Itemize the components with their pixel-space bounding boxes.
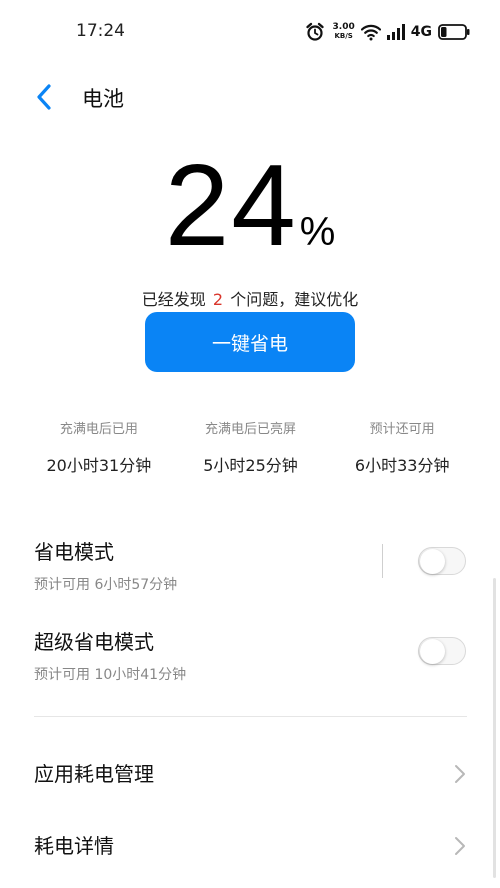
battery-screen: 17:24 3.00 KB/S 4G 电池 24% 已经发现 2 个问题，建议优… xyxy=(0,0,500,888)
toggle-knob xyxy=(420,549,445,574)
stat-value: 20小时31分钟 xyxy=(46,456,152,475)
vertical-divider xyxy=(382,544,383,578)
wifi-icon xyxy=(360,24,381,41)
stat-label: 预计还可用 xyxy=(369,422,435,437)
stat-used-since-charge: 充满电后已用 20小时31分钟 xyxy=(23,418,175,476)
usage-stats: 充满电后已用 20小时31分钟 充满电后已亮屏 5小时25分钟 预计还可用 6小… xyxy=(0,418,500,476)
super-power-saving-mode-estimate: 预计可用 10小时41分钟 xyxy=(34,667,187,683)
super-power-saving-mode-toggle[interactable] xyxy=(418,637,466,665)
power-saving-mode-toggle[interactable] xyxy=(418,547,466,575)
stat-value: 5小时25分钟 xyxy=(203,456,298,475)
battery-icon xyxy=(438,24,470,40)
page-title: 电池 xyxy=(82,87,124,111)
issue-prefix: 已经发现 xyxy=(141,290,206,309)
network-speed-value: 3.00 xyxy=(332,22,355,32)
status-icons: 3.00 KB/S 4G xyxy=(305,20,470,44)
chevron-left-icon xyxy=(37,84,51,110)
stat-screen-on-since-charge: 充满电后已亮屏 5小时25分钟 xyxy=(175,418,327,476)
super-power-saving-mode-title: 超级省电模式 xyxy=(34,630,154,654)
power-saving-mode-estimate: 预计可用 6小时57分钟 xyxy=(34,577,178,593)
app-power-management-label: 应用耗电管理 xyxy=(34,762,154,786)
section-divider xyxy=(34,716,467,717)
issue-suffix: 个问题，建议优化 xyxy=(230,290,359,309)
battery-percent-value: 24 xyxy=(164,140,298,270)
status-time: 17:24 xyxy=(76,21,125,41)
alarm-icon xyxy=(305,22,324,41)
app-header: 电池 xyxy=(0,76,500,118)
stat-estimated-remaining: 预计还可用 6小时33分钟 xyxy=(326,418,478,476)
chevron-right-icon xyxy=(455,765,465,783)
network-speed: 3.00 KB/S xyxy=(333,23,355,41)
stat-value: 6小时33分钟 xyxy=(354,456,450,475)
power-saving-mode-title: 省电模式 xyxy=(34,540,114,564)
issue-summary: 已经发现 2 个问题，建议优化 xyxy=(0,286,500,310)
battery-level-display: 24% xyxy=(0,138,500,272)
power-usage-details-row[interactable]: 耗电详情 xyxy=(0,816,500,876)
scrollbar[interactable] xyxy=(493,578,496,878)
status-bar: 17:24 3.00 KB/S 4G xyxy=(0,0,500,62)
stat-label: 充满电后已亮屏 xyxy=(205,422,297,437)
power-usage-details-label: 耗电详情 xyxy=(34,834,114,858)
battery-percent-unit: % xyxy=(299,210,336,254)
power-saving-mode-row: 省电模式 预计可用 6小时57分钟 xyxy=(34,536,468,594)
chevron-right-icon xyxy=(455,837,465,855)
network-speed-unit: KB/S xyxy=(334,32,353,40)
app-power-management-row[interactable]: 应用耗电管理 xyxy=(0,744,500,804)
back-button[interactable] xyxy=(28,80,60,114)
super-power-saving-mode-row: 超级省电模式 预计可用 10小时41分钟 xyxy=(34,626,468,684)
stat-label: 充满电后已用 xyxy=(59,422,138,437)
network-type: 4G xyxy=(410,24,432,40)
signal-icon xyxy=(386,24,405,40)
issue-count: 2 xyxy=(212,290,224,309)
toggle-knob xyxy=(420,639,445,664)
one-tap-power-save-button[interactable]: 一键省电 xyxy=(145,312,355,372)
